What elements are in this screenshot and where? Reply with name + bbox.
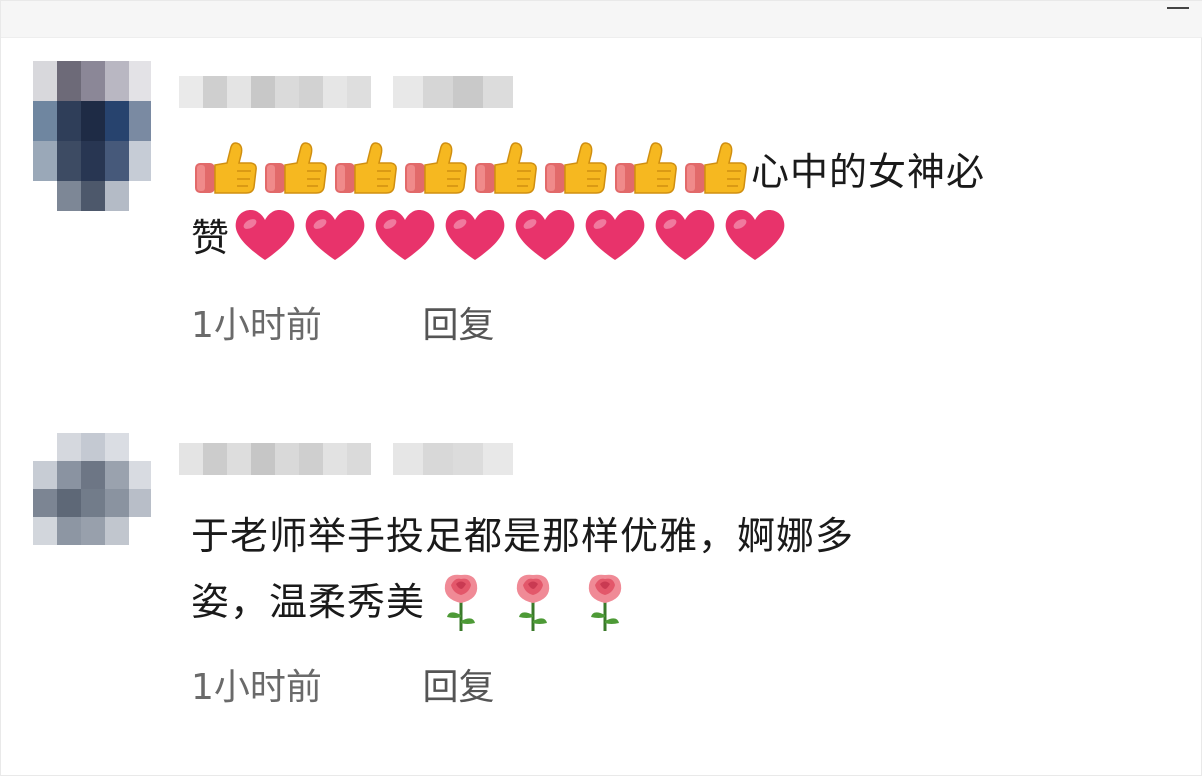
reply-button[interactable]: 回复: [422, 663, 494, 713]
comment-item: 于老师举手投足都是那样优雅，婀娜多 姿，温柔秀美 1小时前 回复: [1, 413, 1202, 733]
thumbs-up-icon: [471, 141, 541, 197]
heart-icon: [370, 207, 440, 263]
comment-text-line-2: 赞: [191, 216, 231, 260]
thumbs-up-icon: [191, 141, 261, 197]
heart-icon: [230, 207, 300, 263]
comment-meta: 1小时前 回复: [191, 663, 494, 713]
thumbs-up-icon: [541, 141, 611, 197]
heart-icon: [580, 207, 650, 263]
heart-icon: [650, 207, 720, 263]
timestamp: 1小时前: [191, 305, 322, 346]
blurred-username: [179, 439, 379, 479]
blurred-badge: [393, 439, 518, 479]
top-strip: [1, 1, 1202, 38]
comment-meta: 1小时前 回复: [191, 301, 494, 351]
thumbs-up-icon: [401, 141, 471, 197]
heart-row: [230, 210, 790, 260]
rose-row: [425, 574, 641, 631]
comment-text-line-1: 于老师举手投足都是那样优雅，婀娜多: [191, 514, 855, 558]
rose-icon: [569, 571, 641, 633]
comment-item: 心中的女神必赞 1小时前 回复: [1, 46, 1202, 376]
thumbs-up-icon: [331, 141, 401, 197]
comment-text-line-2: 姿，温柔秀美: [191, 580, 426, 624]
thumbs-up-icon: [261, 141, 331, 197]
avatar[interactable]: [33, 433, 151, 553]
rose-icon: [425, 571, 497, 633]
heart-icon: [720, 207, 790, 263]
comment-text: 于老师举手投足都是那样优雅，婀娜多 姿，温柔秀美: [191, 503, 1141, 635]
rose-icon: [497, 571, 569, 633]
heart-icon: [440, 207, 510, 263]
thumbs-up-icon: [681, 141, 751, 197]
thumbs-up-icon: [611, 141, 681, 197]
heart-icon: [510, 207, 580, 263]
comment-text: 心中的女神必赞: [191, 139, 1141, 271]
avatar[interactable]: [33, 61, 151, 211]
blurred-username: [179, 72, 379, 112]
reply-button[interactable]: 回复: [422, 301, 494, 351]
blurred-badge: [393, 72, 518, 112]
comment-section: 心中的女神必赞 1小时前 回复 于老师举手投足都是那样优雅，婀娜多 姿，温柔秀美…: [0, 0, 1202, 776]
heart-icon: [300, 207, 370, 263]
minimize-icon[interactable]: [1167, 7, 1189, 21]
timestamp: 1小时前: [191, 667, 322, 708]
thumbs-up-row: [191, 142, 751, 194]
comment-text-line-1: 心中的女神必: [751, 150, 986, 194]
